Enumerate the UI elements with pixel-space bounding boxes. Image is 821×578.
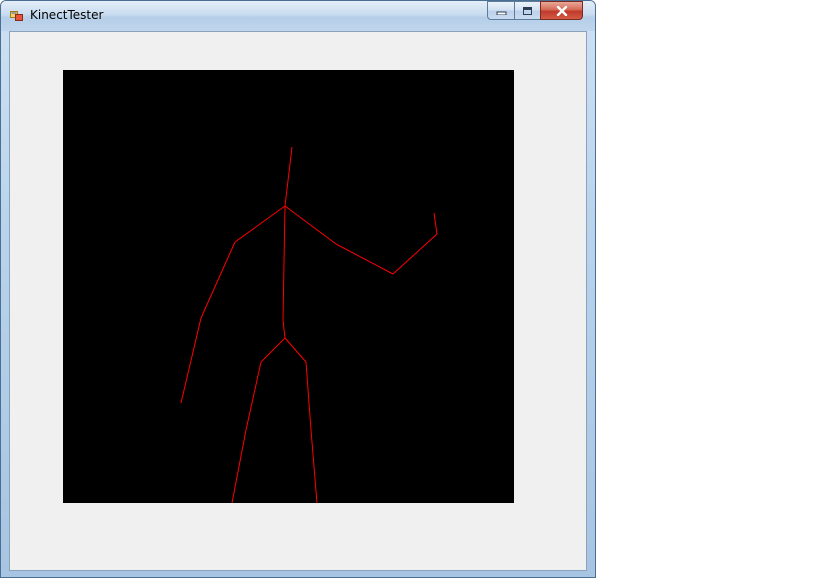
bone-elbowR-wristR — [392, 233, 438, 275]
caption-buttons — [487, 1, 583, 20]
bone-shoulderL-elbowL — [200, 241, 236, 319]
bone-spine-hip — [282, 319, 286, 339]
bone-head-neck — [284, 146, 293, 207]
bone-neck-shoulderR — [284, 205, 337, 245]
minimize-icon — [496, 11, 506, 15]
close-button[interactable] — [540, 1, 583, 20]
bone-hipL-kneeL — [245, 361, 262, 431]
bone-hip-hipR — [284, 337, 307, 363]
skeleton-figure — [180, 146, 438, 503]
window-title: KinectTester — [30, 8, 104, 22]
bone-neck-spine — [282, 205, 286, 321]
app-icon — [10, 11, 23, 21]
bone-hip-hipL — [260, 337, 286, 363]
bone-neck-shoulderL — [234, 205, 286, 243]
bone-kneeR-footR — [310, 429, 318, 503]
minimize-button[interactable] — [487, 1, 514, 20]
close-icon — [556, 5, 567, 16]
maximize-icon — [523, 6, 532, 15]
bone-hipR-kneeR — [305, 361, 312, 431]
bone-shoulderR-elbowR — [335, 243, 394, 275]
maximize-button[interactable] — [514, 1, 540, 20]
bone-wristR-handR — [433, 212, 438, 235]
skeleton-canvas — [63, 70, 514, 503]
title-bar[interactable]: KinectTester — [1, 1, 595, 31]
bone-elbowL-handL — [180, 317, 202, 404]
bone-kneeL-footL — [231, 429, 247, 503]
